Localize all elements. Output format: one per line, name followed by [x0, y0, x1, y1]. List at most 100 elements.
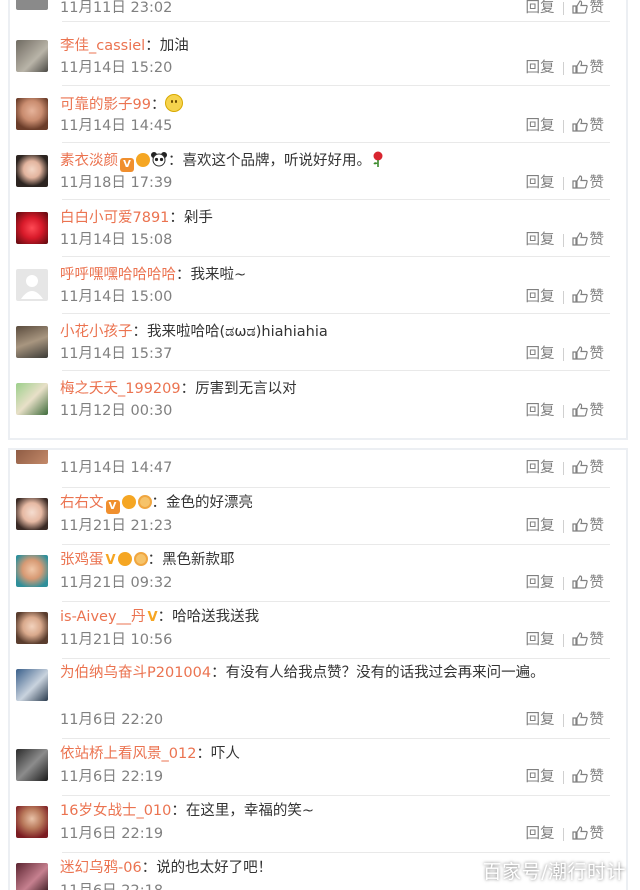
- comment-username[interactable]: 李佳_cassiel: [60, 38, 145, 54]
- like-button[interactable]: 赞: [571, 516, 604, 536]
- avatar[interactable]: [16, 450, 48, 464]
- reply-button[interactable]: 回复: [526, 173, 555, 193]
- comment-text: 剁手: [183, 210, 213, 226]
- comment-username[interactable]: 16岁女战士_010: [60, 803, 171, 819]
- like-button[interactable]: 赞: [571, 58, 604, 78]
- action-divider: [562, 233, 564, 247]
- action-divider: [562, 633, 564, 647]
- comment-time: 11月14日 14:47: [60, 460, 173, 476]
- avatar[interactable]: [16, 555, 48, 587]
- like-button[interactable]: 赞: [571, 824, 605, 844]
- comment-username[interactable]: is-Aivey__丹: [60, 609, 146, 625]
- like-button[interactable]: 赞: [571, 458, 605, 478]
- like-button[interactable]: 赞: [571, 116, 604, 136]
- comment-username[interactable]: 素衣淡颜: [60, 153, 118, 169]
- avatar[interactable]: [16, 383, 48, 415]
- thumbs-up-icon: [571, 575, 588, 589]
- avatar[interactable]: [16, 98, 48, 130]
- reply-button[interactable]: 回复: [526, 58, 555, 78]
- comment-time: 11月6日 22:18: [60, 881, 163, 890]
- like-button[interactable]: 赞: [571, 344, 604, 364]
- comment-text: 我来啦~: [190, 267, 247, 283]
- reply-button[interactable]: 回复: [526, 767, 555, 787]
- avatar[interactable]: [16, 669, 48, 701]
- avatar[interactable]: [16, 155, 48, 187]
- crown-badge-icon: [121, 495, 136, 509]
- comment-row: 可靠的影子99： 11月14日 14:45 回复 赞: [10, 86, 610, 143]
- reply-button[interactable]: 回复: [526, 630, 555, 650]
- avatar[interactable]: [16, 212, 48, 244]
- thumbs-up-icon: [571, 0, 588, 14]
- thumbs-up-icon: [571, 460, 588, 474]
- reply-button[interactable]: 回复: [526, 287, 555, 307]
- comment-text: 我来啦哈哈(ಡωಡ)hiahiahia: [147, 324, 328, 340]
- avatar[interactable]: [16, 40, 48, 72]
- like-label: 赞: [589, 403, 605, 419]
- comment-username[interactable]: 迷幻乌鸦-06: [60, 860, 142, 876]
- panda-badge-icon: [151, 152, 167, 167]
- avatar[interactable]: [16, 806, 48, 838]
- comment-text: 有没有人给我点赞？没有的话我过会再来问一遍。: [225, 665, 545, 681]
- reply-button[interactable]: 回复: [526, 116, 555, 136]
- thumbs-up-icon: [571, 346, 588, 360]
- comment-username[interactable]: 为伯纳乌奋斗P201004: [60, 665, 211, 681]
- like-button[interactable]: 赞: [571, 401, 605, 421]
- reply-button[interactable]: 回复: [526, 458, 555, 478]
- avatar[interactable]: [16, 269, 48, 301]
- like-button[interactable]: 赞: [571, 573, 604, 593]
- avatar[interactable]: [16, 863, 48, 890]
- comment-text: 金色的好漂亮: [166, 495, 253, 511]
- comment-text: 在这里，幸福的笑~: [185, 803, 315, 819]
- like-button[interactable]: 赞: [571, 630, 604, 650]
- reply-button[interactable]: 回复: [526, 824, 555, 844]
- comment-username[interactable]: 可靠的影子99: [60, 97, 151, 113]
- comment-row-partial: 11月14日 14:47 回复 赞: [10, 450, 610, 488]
- comment-row: 梅之夭夭_199209：厉害到无言以对 11月12日 00:30 回复 赞: [10, 371, 610, 428]
- comment-username[interactable]: 依站桥上看风景_012: [60, 746, 196, 762]
- avatar[interactable]: [16, 0, 48, 10]
- comment-username[interactable]: 小花小孩子: [60, 324, 133, 340]
- reply-button[interactable]: 回复: [526, 710, 555, 730]
- reply-button[interactable]: 回复: [526, 401, 555, 421]
- avatar[interactable]: [16, 612, 48, 644]
- like-button[interactable]: 赞: [571, 710, 605, 730]
- comment-username[interactable]: 右右文: [60, 495, 104, 511]
- like-label: 赞: [589, 460, 605, 476]
- v-tag-icon: V: [105, 553, 116, 568]
- like-button[interactable]: 赞: [571, 173, 604, 193]
- reply-button[interactable]: 回复: [526, 344, 555, 364]
- comment-row: 白白小可爱7891：剁手 11月14日 15:08 回复 赞: [10, 200, 610, 257]
- like-button[interactable]: 赞: [571, 0, 604, 18]
- like-label: 赞: [589, 826, 605, 842]
- action-divider: [562, 404, 564, 418]
- comment-time: 11月6日 22:20: [60, 712, 164, 728]
- avatar[interactable]: [16, 498, 48, 530]
- comment-username[interactable]: 白白小可爱7891: [60, 210, 169, 226]
- reply-button[interactable]: 回复: [526, 0, 555, 18]
- action-divider: [562, 347, 564, 361]
- thumbs-up-icon: [571, 769, 588, 783]
- action-divider: [562, 461, 564, 475]
- reply-button[interactable]: 回复: [526, 230, 555, 250]
- thumbs-up-icon: [571, 712, 588, 726]
- like-button[interactable]: 赞: [571, 767, 604, 787]
- comment-username[interactable]: 张鸡蛋: [60, 552, 104, 568]
- action-divider: [562, 576, 564, 590]
- action-divider: [562, 61, 564, 75]
- comment-row: 呼呼嘿嘿哈哈哈哈：我来啦~ 11月14日 15:00 回复 赞: [10, 257, 610, 314]
- comment-time: 11月21日 21:23: [60, 518, 173, 534]
- like-button[interactable]: 赞: [571, 230, 604, 250]
- avatar[interactable]: [16, 749, 48, 781]
- reply-button[interactable]: 回复: [526, 516, 555, 536]
- comment-time: 11月12日 00:30: [60, 403, 173, 419]
- thumbs-up-icon: [571, 403, 588, 417]
- comment-row: 依站桥上看风景_012：吓人 11月6日 22:19 回复 赞: [10, 739, 610, 796]
- comment-username[interactable]: 梅之夭夭_199209: [60, 381, 181, 397]
- avatar[interactable]: [16, 326, 48, 358]
- like-button[interactable]: 赞: [571, 287, 604, 307]
- reply-button[interactable]: 回复: [526, 573, 555, 593]
- comment-row: 小花小孩子：我来啦哈哈(ಡωಡ)hiahiahia 11月14日 15:37 回…: [10, 314, 610, 371]
- comment-time: 11月21日 10:56: [60, 632, 173, 648]
- like-label: 赞: [589, 712, 605, 728]
- comment-username[interactable]: 呼呼嘿嘿哈哈哈哈: [60, 267, 176, 283]
